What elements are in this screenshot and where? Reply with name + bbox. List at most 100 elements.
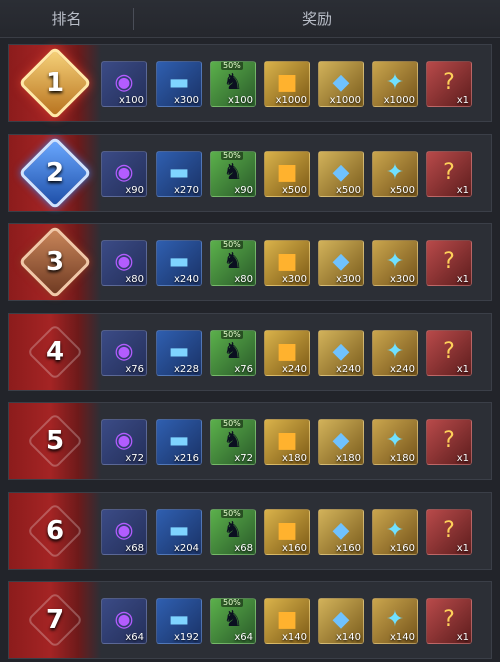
reward-item[interactable]: ▬ x300 — [156, 61, 202, 107]
reward-item[interactable]: ✦ x300 — [372, 240, 418, 286]
reward-quantity: x64 — [125, 632, 144, 643]
reward-item[interactable]: ■ x140 — [264, 598, 310, 644]
rank-cell: 6 — [9, 493, 101, 569]
rank-number: 7 — [45, 605, 65, 635]
reward-item[interactable]: ♞ 50% x100 — [210, 61, 256, 107]
reward-item[interactable]: ▬ x216 — [156, 419, 202, 465]
reward-quantity: x72 — [125, 453, 144, 464]
reward-item[interactable]: ▬ x270 — [156, 151, 202, 197]
reward-item[interactable]: ◆ x300 — [318, 240, 364, 286]
reward-item[interactable]: ? x1 — [426, 419, 472, 465]
reward-item[interactable]: ? x1 — [426, 151, 472, 197]
rank-row: 7 ◉ x64 ▬ x192 ♞ 50% x64 ■ x140 ◆ x140 ✦ x140? x1 — [8, 581, 492, 659]
reward-items: ◉ x90 ▬ x270 ♞ 50% x90 ■ x500 ◆ x500 ✦ x500? x1 — [101, 151, 491, 197]
reward-quantity: x180 — [335, 453, 361, 464]
reward-item[interactable]: ▬ x240 — [156, 240, 202, 286]
reward-item[interactable]: ■ x240 — [264, 330, 310, 376]
reward-items: ◉ x76 ▬ x228 ♞ 50% x76 ■ x240 ◆ x240 ✦ x240? x1 — [101, 330, 491, 376]
reward-item[interactable]: ♞ 50% x76 — [210, 330, 256, 376]
reward-quantity: x140 — [335, 632, 361, 643]
reward-item[interactable]: ✦ x180 — [372, 419, 418, 465]
reward-quantity: x180 — [389, 453, 415, 464]
reward-tag: 50% — [221, 240, 243, 249]
reward-quantity: x90 — [234, 185, 253, 196]
reward-item[interactable]: ◉ x64 — [101, 598, 147, 644]
reward-item[interactable]: ■ x1000 — [264, 61, 310, 107]
reward-quantity: x300 — [281, 274, 307, 285]
reward-quantity: x1000 — [275, 95, 307, 106]
reward-item[interactable]: ♞ 50% x64 — [210, 598, 256, 644]
reward-item[interactable]: ◉ x80 — [101, 240, 147, 286]
reward-item[interactable]: ▬ x228 — [156, 330, 202, 376]
reward-item[interactable]: ◉ x100 — [101, 61, 147, 107]
reward-item[interactable]: ◆ x140 — [318, 598, 364, 644]
reward-item[interactable]: ✦ x160 — [372, 509, 418, 555]
reward-item[interactable]: ? x1 — [426, 61, 472, 107]
reward-item[interactable]: ▬ x192 — [156, 598, 202, 644]
rank-row: 1 ◉ x100 ▬ x300 ♞ 50% x100 ■ x1000 ◆ x1000 ✦ x1000? x1 — [8, 44, 492, 122]
reward-item[interactable]: ♞ 50% x80 — [210, 240, 256, 286]
reward-quantity: x1 — [456, 632, 469, 643]
reward-quantity: x1 — [456, 274, 469, 285]
reward-item[interactable]: ? x1 — [426, 598, 472, 644]
reward-item[interactable]: ◉ x76 — [101, 330, 147, 376]
reward-item[interactable]: ■ x160 — [264, 509, 310, 555]
reward-tag: 50% — [221, 330, 243, 339]
reward-quantity: x160 — [335, 543, 361, 554]
reward-item[interactable]: ✦ x240 — [372, 330, 418, 376]
reward-item[interactable]: ♞ 50% x68 — [210, 509, 256, 555]
reward-item[interactable]: ✦ x500 — [372, 151, 418, 197]
reward-quantity: x204 — [173, 543, 199, 554]
reward-item[interactable]: ✦ x1000 — [372, 61, 418, 107]
rank-number: 5 — [45, 426, 65, 456]
rank-number: 1 — [45, 68, 65, 98]
reward-item[interactable]: ■ x300 — [264, 240, 310, 286]
reward-item[interactable]: ■ x500 — [264, 151, 310, 197]
reward-quantity: x1000 — [329, 95, 361, 106]
reward-quantity: x68 — [234, 543, 253, 554]
rank-cell: 4 — [9, 314, 101, 390]
reward-quantity: x192 — [173, 632, 199, 643]
reward-item[interactable]: ? x1 — [426, 330, 472, 376]
reward-item[interactable]: ◉ x72 — [101, 419, 147, 465]
rank-cell: 7 — [9, 582, 101, 658]
reward-item[interactable]: ◉ x90 — [101, 151, 147, 197]
reward-item[interactable]: ◆ x1000 — [318, 61, 364, 107]
reward-item[interactable]: ♞ 50% x72 — [210, 419, 256, 465]
reward-item[interactable]: ▬ x204 — [156, 509, 202, 555]
reward-quantity: x64 — [234, 632, 253, 643]
rank-row: 6 ◉ x68 ▬ x204 ♞ 50% x68 ■ x160 ◆ x160 ✦ x160? x1 — [8, 492, 492, 570]
reward-tag: 50% — [221, 598, 243, 607]
rank-row: 5 ◉ x72 ▬ x216 ♞ 50% x72 ■ x180 ◆ x180 ✦ x180? x1 — [8, 402, 492, 480]
reward-item[interactable]: ◆ x240 — [318, 330, 364, 376]
reward-items: ◉ x68 ▬ x204 ♞ 50% x68 ■ x160 ◆ x160 ✦ x160? x1 — [101, 509, 491, 555]
reward-quantity: x72 — [234, 453, 253, 464]
reward-quantity: x500 — [389, 185, 415, 196]
reward-items: ◉ x72 ▬ x216 ♞ 50% x72 ■ x180 ◆ x180 ✦ x180? x1 — [101, 419, 491, 465]
reward-item[interactable]: ◆ x500 — [318, 151, 364, 197]
reward-quantity: x160 — [389, 543, 415, 554]
reward-quantity: x90 — [125, 185, 144, 196]
reward-quantity: x228 — [173, 364, 199, 375]
rank-number: 6 — [45, 516, 65, 546]
reward-item[interactable]: ◆ x180 — [318, 419, 364, 465]
reward-item[interactable]: ? x1 — [426, 509, 472, 555]
reward-item[interactable]: ◉ x68 — [101, 509, 147, 555]
reward-quantity: x68 — [125, 543, 144, 554]
reward-items: ◉ x80 ▬ x240 ♞ 50% x80 ■ x300 ◆ x300 ✦ x300? x1 — [101, 240, 491, 286]
rank-cell: 2 — [9, 135, 101, 211]
reward-item[interactable]: ✦ x140 — [372, 598, 418, 644]
reward-item[interactable]: ■ x180 — [264, 419, 310, 465]
reward-quantity: x160 — [281, 543, 307, 554]
reward-item[interactable]: ◆ x160 — [318, 509, 364, 555]
reward-quantity: x300 — [389, 274, 415, 285]
reward-quantity: x1 — [456, 364, 469, 375]
reward-item[interactable]: ? x1 — [426, 240, 472, 286]
reward-quantity: x76 — [125, 364, 144, 375]
reward-quantity: x270 — [173, 185, 199, 196]
reward-quantity: x180 — [281, 453, 307, 464]
rank-cell: 5 — [9, 403, 101, 479]
reward-quantity: x240 — [173, 274, 199, 285]
reward-item[interactable]: ♞ 50% x90 — [210, 151, 256, 197]
rank-row: 2 ◉ x90 ▬ x270 ♞ 50% x90 ■ x500 ◆ x500 ✦ x500? x1 — [8, 134, 492, 212]
